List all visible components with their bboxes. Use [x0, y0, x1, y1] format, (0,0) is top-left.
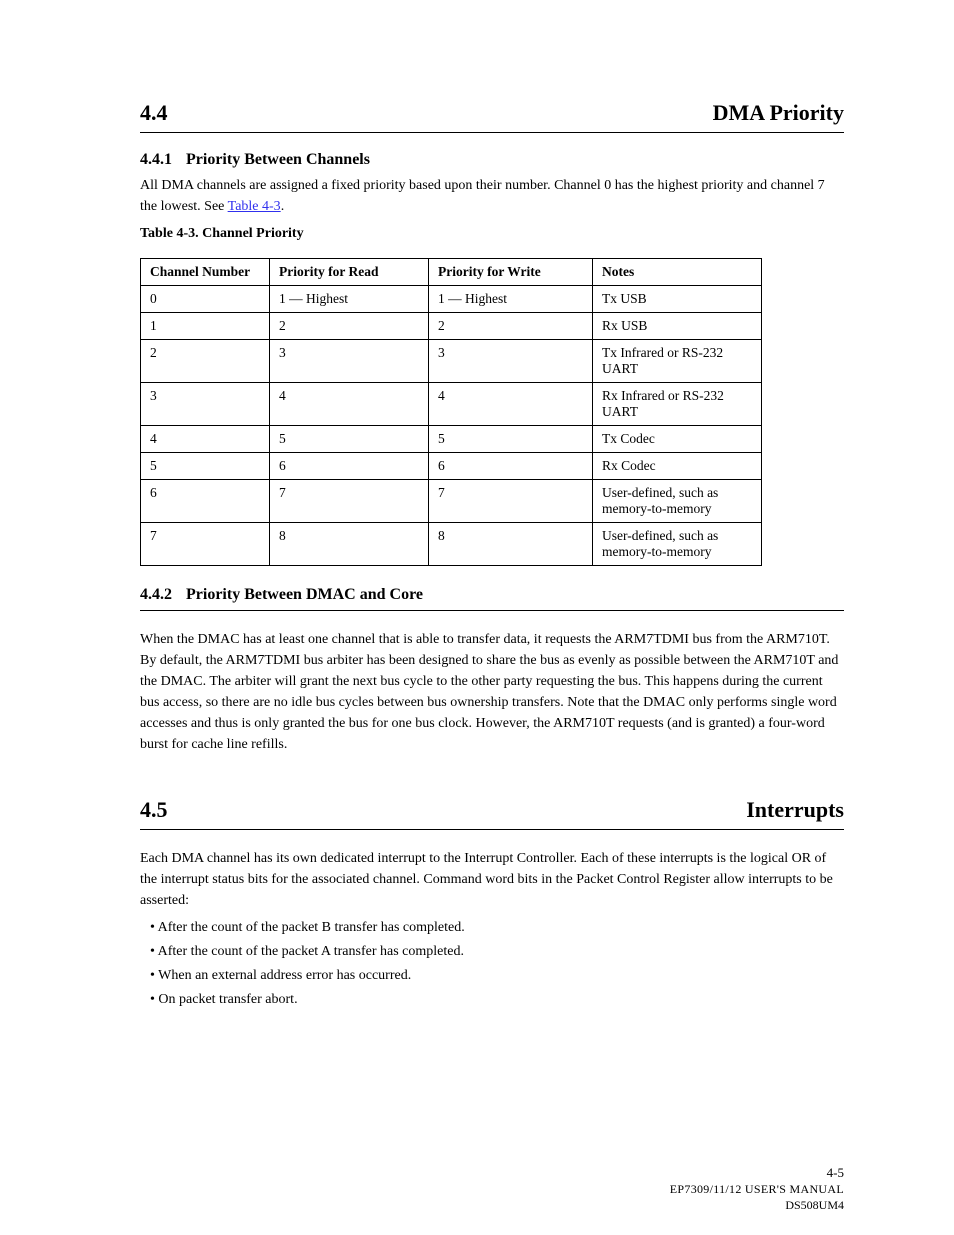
cell-channel: 3	[141, 383, 270, 426]
footer-publication: DS508UM4	[785, 1198, 844, 1213]
table-row: 5 6 6 Rx Codec	[141, 453, 762, 480]
interrupt-list-item: After the count of the packet A transfer…	[164, 941, 844, 962]
section-4-4-title: DMA Priority	[713, 100, 844, 126]
subsection-4-4-1-number: 4.4.1	[140, 151, 172, 168]
footer-doc-id: EP7309/11/12 USER'S MANUAL	[670, 1182, 844, 1197]
cell-channel: 5	[141, 453, 270, 480]
cell-notes: Tx Codec	[593, 426, 762, 453]
table-header-channel: Channel Number	[141, 259, 270, 286]
table-4-3-crossref[interactable]: Table 4-3	[228, 199, 281, 214]
subsection-4-4-2-header: 4.4.2 Priority Between DMAC and Core	[140, 586, 844, 604]
cell-write: 3	[429, 340, 593, 383]
cell-read: 6	[270, 453, 429, 480]
table-row: 0 1 — Highest 1 — Highest Tx USB	[141, 286, 762, 313]
section-4-5-number: 4.5	[140, 797, 168, 823]
cell-write: 8	[429, 523, 593, 566]
cell-write: 7	[429, 480, 593, 523]
cell-channel: 1	[141, 313, 270, 340]
footer-page-number: 4-5	[827, 1165, 844, 1181]
cell-write: 2	[429, 313, 593, 340]
cell-channel: 2	[141, 340, 270, 383]
table-row: 7 8 8 User-defined, such as memory-to-me…	[141, 523, 762, 566]
section-4-4-number: 4.4	[140, 100, 168, 126]
table-4-3: Channel Number Priority for Read Priorit…	[140, 258, 762, 566]
table-header-notes: Notes	[593, 259, 762, 286]
subsection-4-4-2-rule	[140, 610, 844, 611]
table-row: 2 3 3 Tx Infrared or RS-232 UART	[141, 340, 762, 383]
cell-write: 1 — Highest	[429, 286, 593, 313]
section-4-5-title: Interrupts	[746, 797, 844, 823]
section-4-4-header: 4.4 DMA Priority	[140, 100, 844, 126]
table-row: 4 5 5 Tx Codec	[141, 426, 762, 453]
cell-read: 2	[270, 313, 429, 340]
cell-read: 7	[270, 480, 429, 523]
subsection-4-4-2-number: 4.4.2	[140, 586, 172, 603]
cell-notes: Rx Infrared or RS-232 UART	[593, 383, 762, 426]
cell-channel: 7	[141, 523, 270, 566]
cell-notes: User-defined, such as memory-to-memory	[593, 480, 762, 523]
section-4-5-header: 4.5 Interrupts	[140, 797, 844, 823]
cell-notes: User-defined, such as memory-to-memory	[593, 523, 762, 566]
para-4-4-1-text-after: .	[281, 199, 285, 214]
subsection-4-4-1-paragraph: All DMA channels are assigned a fixed pr…	[140, 175, 844, 217]
subsection-4-4-2-title: Priority Between DMAC and Core	[186, 586, 423, 603]
table-row: 1 2 2 Rx USB	[141, 313, 762, 340]
cell-notes: Tx Infrared or RS-232 UART	[593, 340, 762, 383]
table-4-3-caption: Table 4-3. Channel Priority	[140, 223, 844, 244]
table-header-write: Priority for Write	[429, 259, 593, 286]
cell-write: 5	[429, 426, 593, 453]
table-header-read: Priority for Read	[270, 259, 429, 286]
cell-channel: 4	[141, 426, 270, 453]
cell-read: 5	[270, 426, 429, 453]
section-4-5-rule	[140, 829, 844, 830]
table-row: 3 4 4 Rx Infrared or RS-232 UART	[141, 383, 762, 426]
cell-read: 3	[270, 340, 429, 383]
cell-read: 4	[270, 383, 429, 426]
table-row: 6 7 7 User-defined, such as memory-to-me…	[141, 480, 762, 523]
subsection-4-4-2-paragraph: When the DMAC has at least one channel t…	[140, 629, 844, 755]
section-4-5-paragraph: Each DMA channel has its own dedicated i…	[140, 848, 844, 911]
subsection-4-4-1-title: Priority Between Channels	[186, 151, 370, 168]
cell-channel: 6	[141, 480, 270, 523]
cell-read: 1 — Highest	[270, 286, 429, 313]
interrupt-list-item: When an external address error has occur…	[164, 965, 844, 986]
cell-notes: Rx Codec	[593, 453, 762, 480]
table-header-row: Channel Number Priority for Read Priorit…	[141, 259, 762, 286]
subsection-4-4-1-header: 4.4.1 Priority Between Channels	[140, 151, 844, 169]
cell-read: 8	[270, 523, 429, 566]
interrupt-list-item: On packet transfer abort.	[164, 989, 844, 1010]
cell-write: 4	[429, 383, 593, 426]
cell-notes: Rx USB	[593, 313, 762, 340]
cell-notes: Tx USB	[593, 286, 762, 313]
cell-write: 6	[429, 453, 593, 480]
interrupt-list-item: After the count of the packet B transfer…	[164, 917, 844, 938]
section-4-4-rule	[140, 132, 844, 133]
cell-channel: 0	[141, 286, 270, 313]
